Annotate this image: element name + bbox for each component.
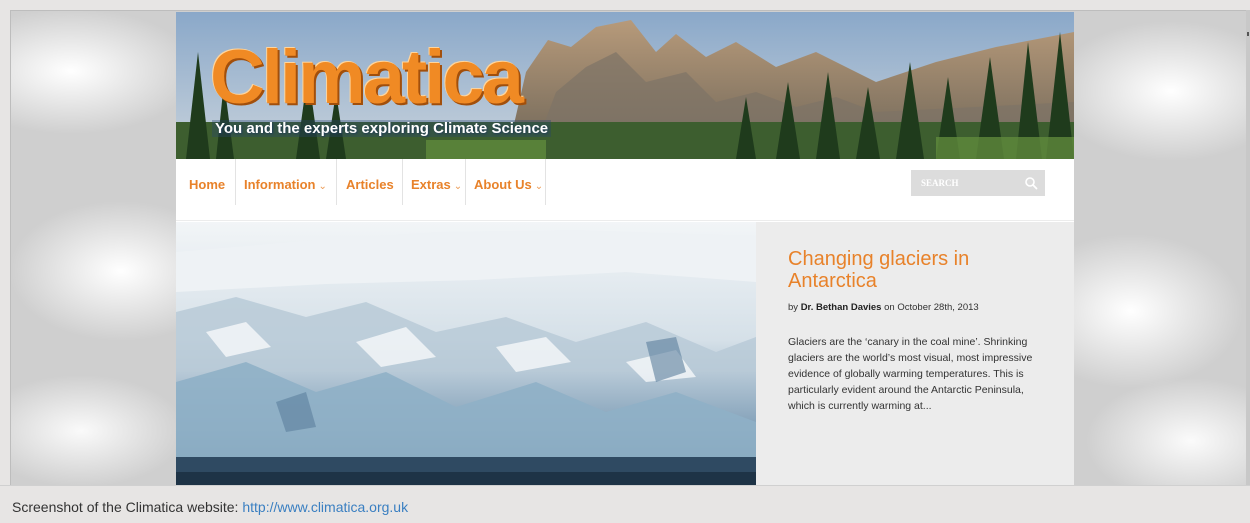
nav-item-label: Home: [189, 177, 226, 192]
nav-item-extras[interactable]: Extras ⌄: [403, 159, 466, 205]
feature-excerpt: Glaciers are the ‘canary in the coal min…: [788, 336, 1033, 412]
search-input[interactable]: [911, 170, 1019, 196]
header-banner: Climatica You and the experts exploring …: [176, 12, 1074, 159]
feature-summary: Changing glaciers in Antarctica by Dr. B…: [756, 222, 1074, 485]
byline-on: on: [884, 302, 895, 313]
site-logo[interactable]: Climatica: [210, 40, 524, 116]
search-box: [911, 170, 1045, 196]
nav-item-information[interactable]: Information ⌄: [236, 159, 337, 205]
nav-divider: [176, 205, 1074, 221]
byline: by Dr. Bethan Davies on October 28th, 20…: [788, 302, 979, 313]
caption-text: Screenshot of the Climatica website:: [12, 499, 239, 515]
nav-item-home[interactable]: Home: [176, 159, 236, 205]
scrollbar[interactable]: [1246, 10, 1250, 485]
site-tagline: You and the experts exploring Climate Sc…: [212, 120, 552, 137]
nav-item-label: About Us: [474, 177, 532, 192]
caption: Screenshot of the Climatica website: htt…: [12, 499, 408, 515]
glacier-photo: [176, 222, 756, 485]
search-icon[interactable]: [1023, 175, 1039, 191]
chevron-down-icon: ⌄: [318, 181, 327, 192]
chevron-down-icon: ⌄: [534, 181, 544, 192]
caption-link[interactable]: http://www.climatica.org.uk: [242, 499, 408, 515]
chevron-down-icon: ⌄: [453, 181, 463, 192]
scrollbar-thumb[interactable]: [1247, 32, 1249, 36]
byline-prefix: by: [788, 302, 799, 313]
nav-item-label: Information: [244, 177, 316, 192]
post-date: October 28th, 2013: [897, 302, 979, 313]
nav-item-about-us[interactable]: About Us ⌄: [466, 159, 546, 205]
author-link[interactable]: Dr. Bethan Davies: [801, 302, 882, 313]
website-page: Climatica You and the experts exploring …: [176, 12, 1074, 485]
nav-item-articles[interactable]: Articles: [337, 159, 403, 205]
feature-headline[interactable]: Changing glaciers in Antarctica: [788, 248, 1048, 292]
nav-item-label: Articles: [346, 177, 394, 192]
glacier-image[interactable]: [176, 222, 756, 485]
nav-item-label: Extras: [411, 177, 451, 192]
